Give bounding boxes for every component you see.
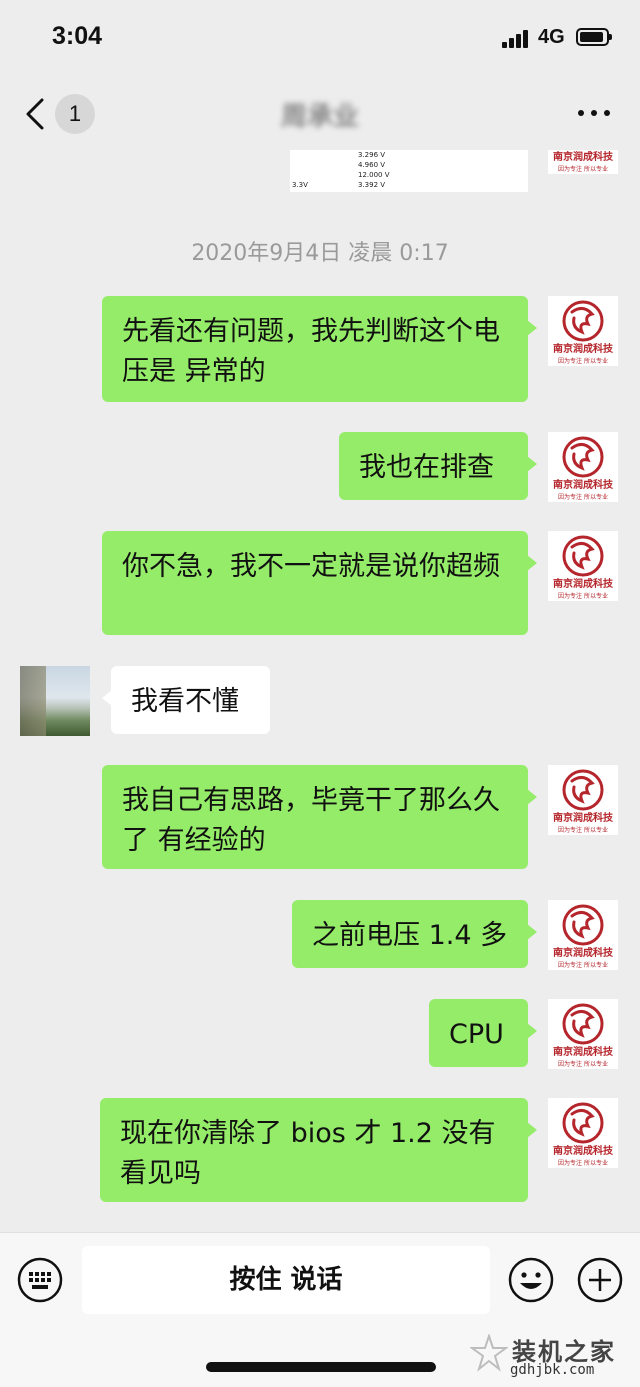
status-bar: 3:04 4G	[0, 0, 640, 80]
avatar[interactable]: 南京润成科技因为专注 所以专业	[548, 531, 618, 601]
logo-slogan: 因为专注 所以专业	[558, 1159, 608, 1167]
avatar[interactable]: 南京润成科技因为专注 所以专业	[548, 765, 618, 835]
chat-title: 周承业	[280, 102, 359, 132]
message-bubble-outgoing[interactable]: 你不急，我不一定就是说你超频	[102, 531, 537, 635]
logo-slogan: 因为专注 所以专业	[558, 826, 608, 834]
snippet-row: 12.000 V	[358, 171, 390, 179]
logo-slogan: 因为专注 所以专业	[558, 165, 608, 173]
message-bubble-outgoing[interactable]: 我自己有思路，毕竟干了那么久了 有经验的	[102, 765, 537, 869]
logo-slogan: 因为专注 所以专业	[558, 592, 608, 600]
message-bubble-outgoing[interactable]: 先看还有问题，我先判断这个电压是 异常的	[102, 296, 537, 402]
message-bubble-incoming[interactable]: 我看不懂	[102, 666, 270, 734]
logo-name: 南京润成科技	[553, 150, 614, 163]
avatar[interactable]: 南京润成科技因为专注 所以专业	[548, 1098, 618, 1168]
message-bubble-outgoing[interactable]: 之前电压 1.4 多	[292, 900, 537, 968]
home-indicator	[206, 1362, 436, 1372]
logo-slogan: 因为专注 所以专业	[558, 357, 608, 365]
logo-slogan: 因为专注 所以专业	[558, 1060, 608, 1068]
logo-name: 南京润成科技	[553, 342, 614, 355]
avatar[interactable]: 南京润成科技因为专注 所以专业	[548, 296, 618, 366]
avatar[interactable]	[20, 666, 90, 736]
logo-name: 南京润成科技	[553, 1045, 614, 1058]
status-time: 3:04	[52, 22, 103, 50]
watermark-url: gdhjbk.com	[510, 1362, 595, 1378]
logo-name: 南京润成科技	[553, 478, 614, 491]
message-bubble-outgoing[interactable]: CPU	[429, 999, 537, 1067]
avatar[interactable]: 南京润成科技因为专注 所以专业	[548, 900, 618, 970]
snippet-label: 3.3V	[292, 181, 308, 189]
image-message-partial[interactable]: 3.296 V 4.960 V 12.000 V 3.392 V 3.3V	[290, 150, 528, 192]
message-timestamp: 2020年9月4日 凌晨 0:17	[191, 241, 449, 266]
emoji-icon[interactable]	[508, 1257, 554, 1303]
snippet-row: 3.392 V	[358, 181, 386, 189]
star-icon	[470, 1334, 508, 1372]
battery-icon	[576, 28, 612, 46]
avatar[interactable]: 南京润成科技 因为专注 所以专业	[548, 150, 618, 174]
logo-name: 南京润成科技	[553, 811, 614, 824]
avatar[interactable]: 南京润成科技因为专注 所以专业	[548, 999, 618, 1069]
network-type: 4G	[538, 26, 565, 48]
logo-slogan: 因为专注 所以专业	[558, 493, 608, 501]
avatar[interactable]: 南京润成科技因为专注 所以专业	[548, 432, 618, 502]
logo-name: 南京润成科技	[553, 1144, 614, 1157]
logo-name: 南京润成科技	[553, 946, 614, 959]
signal-icon	[502, 30, 532, 48]
message-bubble-outgoing[interactable]: 现在你清除了 bios 才 1.2 没有看见吗	[100, 1098, 537, 1202]
logo-name: 南京润成科技	[553, 577, 614, 590]
logo-slogan: 因为专注 所以专业	[558, 961, 608, 969]
watermark: 装机之家 gdhjbk.com	[470, 1332, 630, 1382]
hold-to-talk-button[interactable]: 按住 说话	[82, 1246, 490, 1314]
snippet-row: 3.296 V	[358, 151, 386, 159]
message-bubble-outgoing[interactable]: 我也在排查	[339, 432, 537, 500]
more-options-icon[interactable]	[574, 100, 614, 124]
plus-icon[interactable]	[577, 1257, 623, 1303]
keyboard-icon[interactable]	[17, 1257, 63, 1303]
snippet-row: 4.960 V	[358, 161, 386, 169]
chat-header: 1 周承业	[0, 80, 640, 150]
